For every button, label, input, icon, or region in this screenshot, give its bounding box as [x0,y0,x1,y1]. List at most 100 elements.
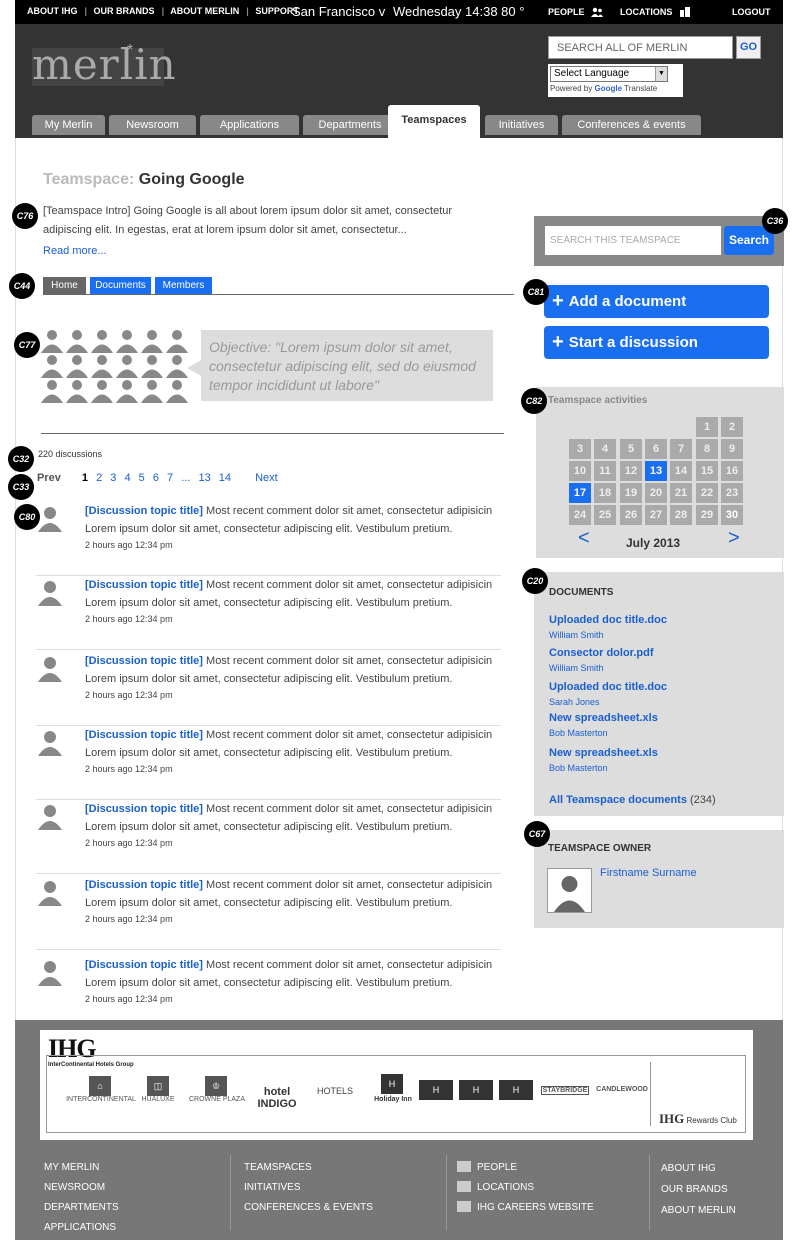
discussion-title-link[interactable]: [Discussion topic title] [85,579,203,591]
footer-link-people[interactable]: PEOPLE [457,1158,594,1178]
document-link[interactable]: New spreadsheet.xls [549,747,658,759]
discussion-title-link[interactable]: [Discussion topic title] [85,879,203,891]
calendar-day[interactable]: 13 [645,461,667,481]
subtab-documents[interactable]: Documents [90,277,151,294]
tab-newsroom[interactable]: Newsroom [109,115,196,135]
calendar-day[interactable]: 1 [696,417,718,437]
member-avatar-icon[interactable] [140,353,164,378]
footer-link-conferences[interactable]: CONFERENCES & EVENTS [244,1198,373,1218]
member-avatar-icon[interactable] [40,353,64,378]
member-avatar-icon[interactable] [90,378,114,403]
tab-teamspaces[interactable]: Teamspaces [388,105,480,138]
member-avatar-icon[interactable] [90,353,114,378]
brand-candlewood[interactable]: CANDLEWOOD [595,1086,649,1093]
brand-intercontinental[interactable]: INTERCONTINENTAL [61,1096,141,1103]
document-author[interactable]: Bob Masterton [549,763,658,773]
subtab-home[interactable]: Home [43,277,86,294]
calendar-day[interactable]: 23 [721,483,743,503]
member-avatar-icon[interactable] [165,378,189,403]
add-document-button[interactable]: + Add a document [544,285,769,318]
start-discussion-button[interactable]: + Start a discussion [544,326,769,359]
brand-staybridge[interactable]: STAYBRIDGE [541,1086,589,1095]
calendar-day[interactable]: 5 [620,439,642,459]
calendar-day[interactable]: 18 [594,483,616,503]
pager-page-2[interactable]: 2 [96,472,102,484]
pager-page-1[interactable]: 1 [82,472,88,484]
tab-departments[interactable]: Departments [303,115,397,135]
top-link-about-merlin[interactable]: ABOUT MERLIN [170,6,239,16]
member-avatar-icon[interactable] [115,353,139,378]
document-link[interactable]: Uploaded doc title.doc [549,614,667,626]
language-select[interactable]: Select Language ▼ [550,66,668,82]
member-avatar-icon[interactable] [115,328,139,353]
merlin-logo[interactable]: merlin * [32,40,176,89]
footer-link-about-merlin[interactable]: ABOUT MERLIN [661,1200,736,1221]
brand-hualuxe[interactable]: HUALUXE [133,1096,183,1103]
member-avatar-icon[interactable] [65,353,89,378]
calendar-day[interactable]: 8 [696,439,718,459]
tab-initiatives[interactable]: Initiatives [485,115,558,135]
document-author[interactable]: William Smith [549,663,654,673]
discussion-title-link[interactable]: [Discussion topic title] [85,505,203,517]
footer-link-teamspaces[interactable]: TEAMSPACES [244,1158,373,1178]
tab-applications[interactable]: Applications [200,115,299,135]
city-selector[interactable]: San Francisco v [292,4,385,19]
locations-link[interactable]: LOCATIONS [620,7,691,17]
footer-link-our-brands[interactable]: OUR BRANDS [661,1179,736,1200]
discussion-title-link[interactable]: [Discussion topic title] [85,959,203,971]
brand-hotel-indigo[interactable]: hotel INDIGO [252,1086,302,1110]
member-avatar-icon[interactable] [165,353,189,378]
pager-page-13[interactable]: 13 [198,472,210,484]
global-search-input[interactable]: SEARCH ALL OF MERLIN [548,36,733,59]
calendar-day[interactable]: 22 [696,483,718,503]
top-link-our-brands[interactable]: OUR BRANDS [94,6,155,16]
document-link[interactable]: New spreadsheet.xls [549,712,658,724]
brand-even-hotels[interactable]: HOTELS [305,1086,365,1096]
calendar-day[interactable]: 24 [569,505,591,525]
calendar-day[interactable]: 12 [620,461,642,481]
calendar-day[interactable]: 10 [569,461,591,481]
member-avatar-icon[interactable] [115,378,139,403]
brand-crowne-plaza[interactable]: CROWNE PLAZA [185,1096,249,1103]
top-link-about-ihg[interactable]: ABOUT IHG [27,6,78,16]
calendar-day[interactable]: 2 [721,417,743,437]
document-author[interactable]: William Smith [549,630,667,640]
footer-link-my-merlin[interactable]: MY MERLIN [44,1158,119,1178]
member-avatar-icon[interactable] [65,378,89,403]
footer-link-applications[interactable]: APPLICATIONS [44,1218,119,1238]
member-avatar-icon[interactable] [165,328,189,353]
tab-my-merlin[interactable]: My Merlin [32,115,105,135]
pager-page-7[interactable]: 7 [167,472,173,484]
member-avatar-icon[interactable] [65,328,89,353]
calendar-day[interactable]: 4 [594,439,616,459]
pager-page-5[interactable]: 5 [139,472,145,484]
subtab-members[interactable]: Members [155,277,212,294]
calendar-day[interactable]: 15 [696,461,718,481]
footer-link-about-ihg[interactable]: ABOUT IHG [661,1158,736,1179]
document-author[interactable]: Bob Masterton [549,728,658,738]
calendar-day[interactable]: 19 [620,483,642,503]
member-avatar-icon[interactable] [40,378,64,403]
pager-next[interactable]: Next [255,472,278,484]
owner-name-link[interactable]: Firstname Surname [600,867,697,879]
calendar-day[interactable]: 17 [569,483,591,503]
calendar-day[interactable]: 3 [569,439,591,459]
people-link[interactable]: PEOPLE [548,7,604,17]
calendar-day[interactable]: 25 [594,505,616,525]
calendar-day[interactable]: 16 [721,461,743,481]
document-author[interactable]: Sarah Jones [549,697,667,707]
footer-link-careers[interactable]: IHG CAREERS WEBSITE [457,1198,594,1218]
calendar-day[interactable]: 6 [645,439,667,459]
pager-page-3[interactable]: 3 [110,472,116,484]
pager-page-6[interactable]: 6 [153,472,159,484]
tab-conferences-events[interactable]: Conferences & events [562,115,701,135]
discussion-title-link[interactable]: [Discussion topic title] [85,729,203,741]
ihg-rewards-club[interactable]: IHG Rewards Club [659,1111,737,1127]
footer-link-locations[interactable]: LOCATIONS [457,1178,594,1198]
read-more-link[interactable]: Read more... [43,245,107,257]
pager-prev[interactable]: Prev [37,472,61,484]
document-link[interactable]: Consector dolor.pdf [549,647,654,659]
member-avatar-icon[interactable] [140,378,164,403]
discussion-title-link[interactable]: [Discussion topic title] [85,803,203,815]
footer-link-initiatives[interactable]: INITIATIVES [244,1178,373,1198]
